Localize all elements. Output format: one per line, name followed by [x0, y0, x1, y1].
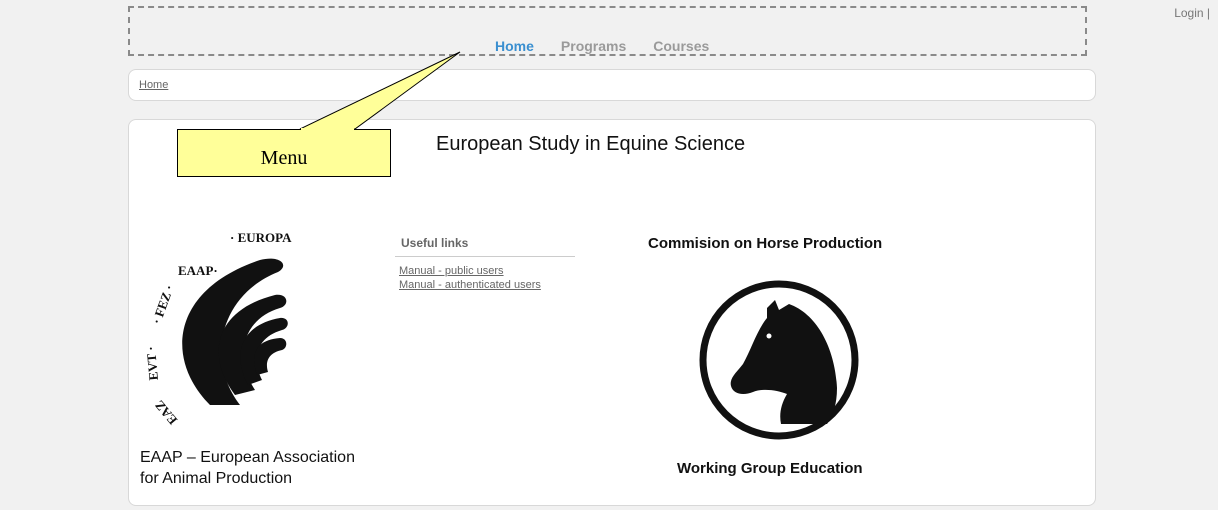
- nav-item-programs[interactable]: Programs: [561, 38, 626, 54]
- commision-title: Commision on Horse Production: [648, 235, 883, 252]
- main-nav: Home Programs Courses: [495, 38, 709, 54]
- eaap-logo: EAAP· · EUROPA · FEZ · EVT · EAZ: [143, 230, 292, 428]
- svg-text:· FEZ ·: · FEZ ·: [149, 283, 177, 326]
- svg-text:EVT ·: EVT ·: [143, 346, 161, 381]
- menu-callout: Menu: [177, 129, 391, 177]
- breadcrumb: Home: [128, 69, 1096, 101]
- nav-item-courses[interactable]: Courses: [653, 38, 709, 54]
- link-manual-public[interactable]: Manual - public users: [399, 264, 575, 278]
- login-link[interactable]: Login |: [1174, 6, 1210, 20]
- eaap-caption: EAAP – European Association for Animal P…: [140, 447, 355, 489]
- link-manual-authenticated[interactable]: Manual - authenticated users: [399, 278, 575, 292]
- nav-item-home[interactable]: Home: [495, 38, 534, 54]
- useful-links-panel: Useful links Manual - public users Manua…: [395, 236, 575, 292]
- svg-text:· EUROPA: · EUROPA: [230, 230, 292, 245]
- working-group-title: Working Group Education: [677, 460, 863, 477]
- useful-links-heading: Useful links: [395, 236, 575, 257]
- svg-text:EAZ: EAZ: [151, 397, 180, 427]
- breadcrumb-home-link[interactable]: Home: [139, 79, 168, 91]
- svg-text:EAAP·: EAAP·: [178, 263, 218, 278]
- eaap-caption-line2: for Animal Production: [140, 470, 293, 487]
- horse-head-logo: [699, 280, 859, 440]
- eaap-caption-line1: EAAP – European Association: [140, 449, 355, 466]
- page-title: European Study in Equine Science: [436, 133, 746, 155]
